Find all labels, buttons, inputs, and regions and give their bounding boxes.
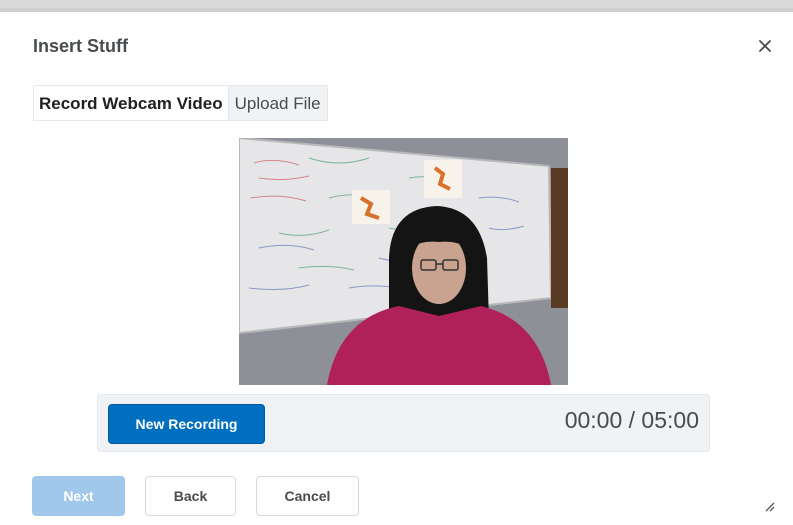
close-icon[interactable]: [757, 38, 773, 54]
dialog-title: Insert Stuff: [33, 36, 129, 56]
insert-stuff-dialog: Insert Stuff Record Webcam Video Upload …: [0, 8, 793, 525]
cancel-button[interactable]: Cancel: [256, 476, 359, 516]
recording-controls: New Recording 00:00 / 05:00: [97, 394, 710, 452]
back-button[interactable]: Back: [145, 476, 236, 516]
next-button[interactable]: Next: [32, 476, 125, 516]
resize-handle-icon[interactable]: [763, 499, 775, 512]
tab-record-webcam-video[interactable]: Record Webcam Video: [33, 85, 229, 121]
webcam-preview: [239, 138, 568, 385]
new-recording-button[interactable]: New Recording: [108, 404, 265, 444]
tab-bar: Record Webcam Video Upload File: [33, 85, 328, 121]
tab-upload-file[interactable]: Upload File: [228, 85, 328, 121]
recording-timer: 00:00 / 05:00: [564, 407, 699, 433]
